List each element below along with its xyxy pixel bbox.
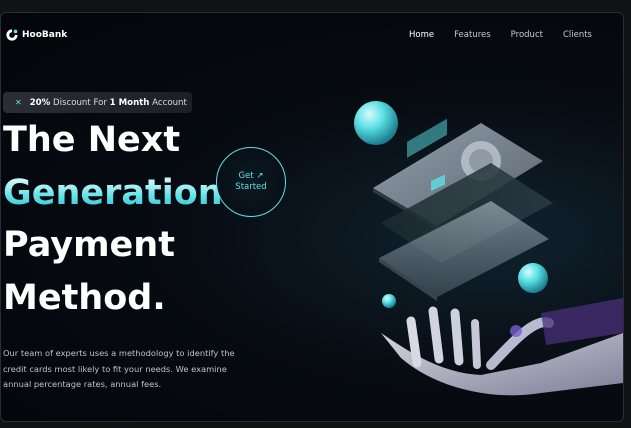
discount-percent: 20%: [29, 97, 51, 108]
nav-features[interactable]: Features: [454, 30, 491, 40]
headline-line-4: Method.: [3, 278, 166, 318]
get-started-label-1: Get ↗: [238, 171, 264, 181]
nav-home[interactable]: Home: [409, 30, 434, 40]
nav-product[interactable]: Product: [511, 30, 543, 40]
get-started-button[interactable]: Get ↗ Started: [216, 147, 286, 217]
hero-illustration: [354, 101, 623, 396]
logo-text: HooBank: [22, 30, 68, 40]
main-nav: Home Features Product Clients: [409, 30, 592, 40]
headline-line-2: Generation: [3, 173, 223, 213]
sphere-medium: [518, 263, 548, 293]
logo[interactable]: HooBank: [5, 28, 67, 42]
robot-hand: [381, 298, 623, 396]
discount-badge: ✕ 20% Discount For 1 Month Account: [3, 92, 192, 113]
page-frame: HooBank Home Features Product Clients ✕ …: [0, 12, 624, 422]
nav-clients[interactable]: Clients: [563, 30, 592, 40]
get-started-label-2: Started: [235, 182, 267, 192]
headline-line-3: Payment: [3, 225, 175, 265]
sphere-small: [382, 294, 396, 308]
sphere-large: [354, 101, 398, 145]
hero-description: Our team of experts uses a methodology t…: [3, 348, 235, 389]
headline-line-1: The Next: [3, 120, 181, 160]
discount-text-end: Account: [149, 97, 187, 108]
discount-text: Discount For: [50, 97, 110, 108]
discount-period: 1 Month: [109, 97, 150, 108]
discount-icon: ✕: [15, 98, 22, 107]
logo-icon: [6, 29, 18, 41]
